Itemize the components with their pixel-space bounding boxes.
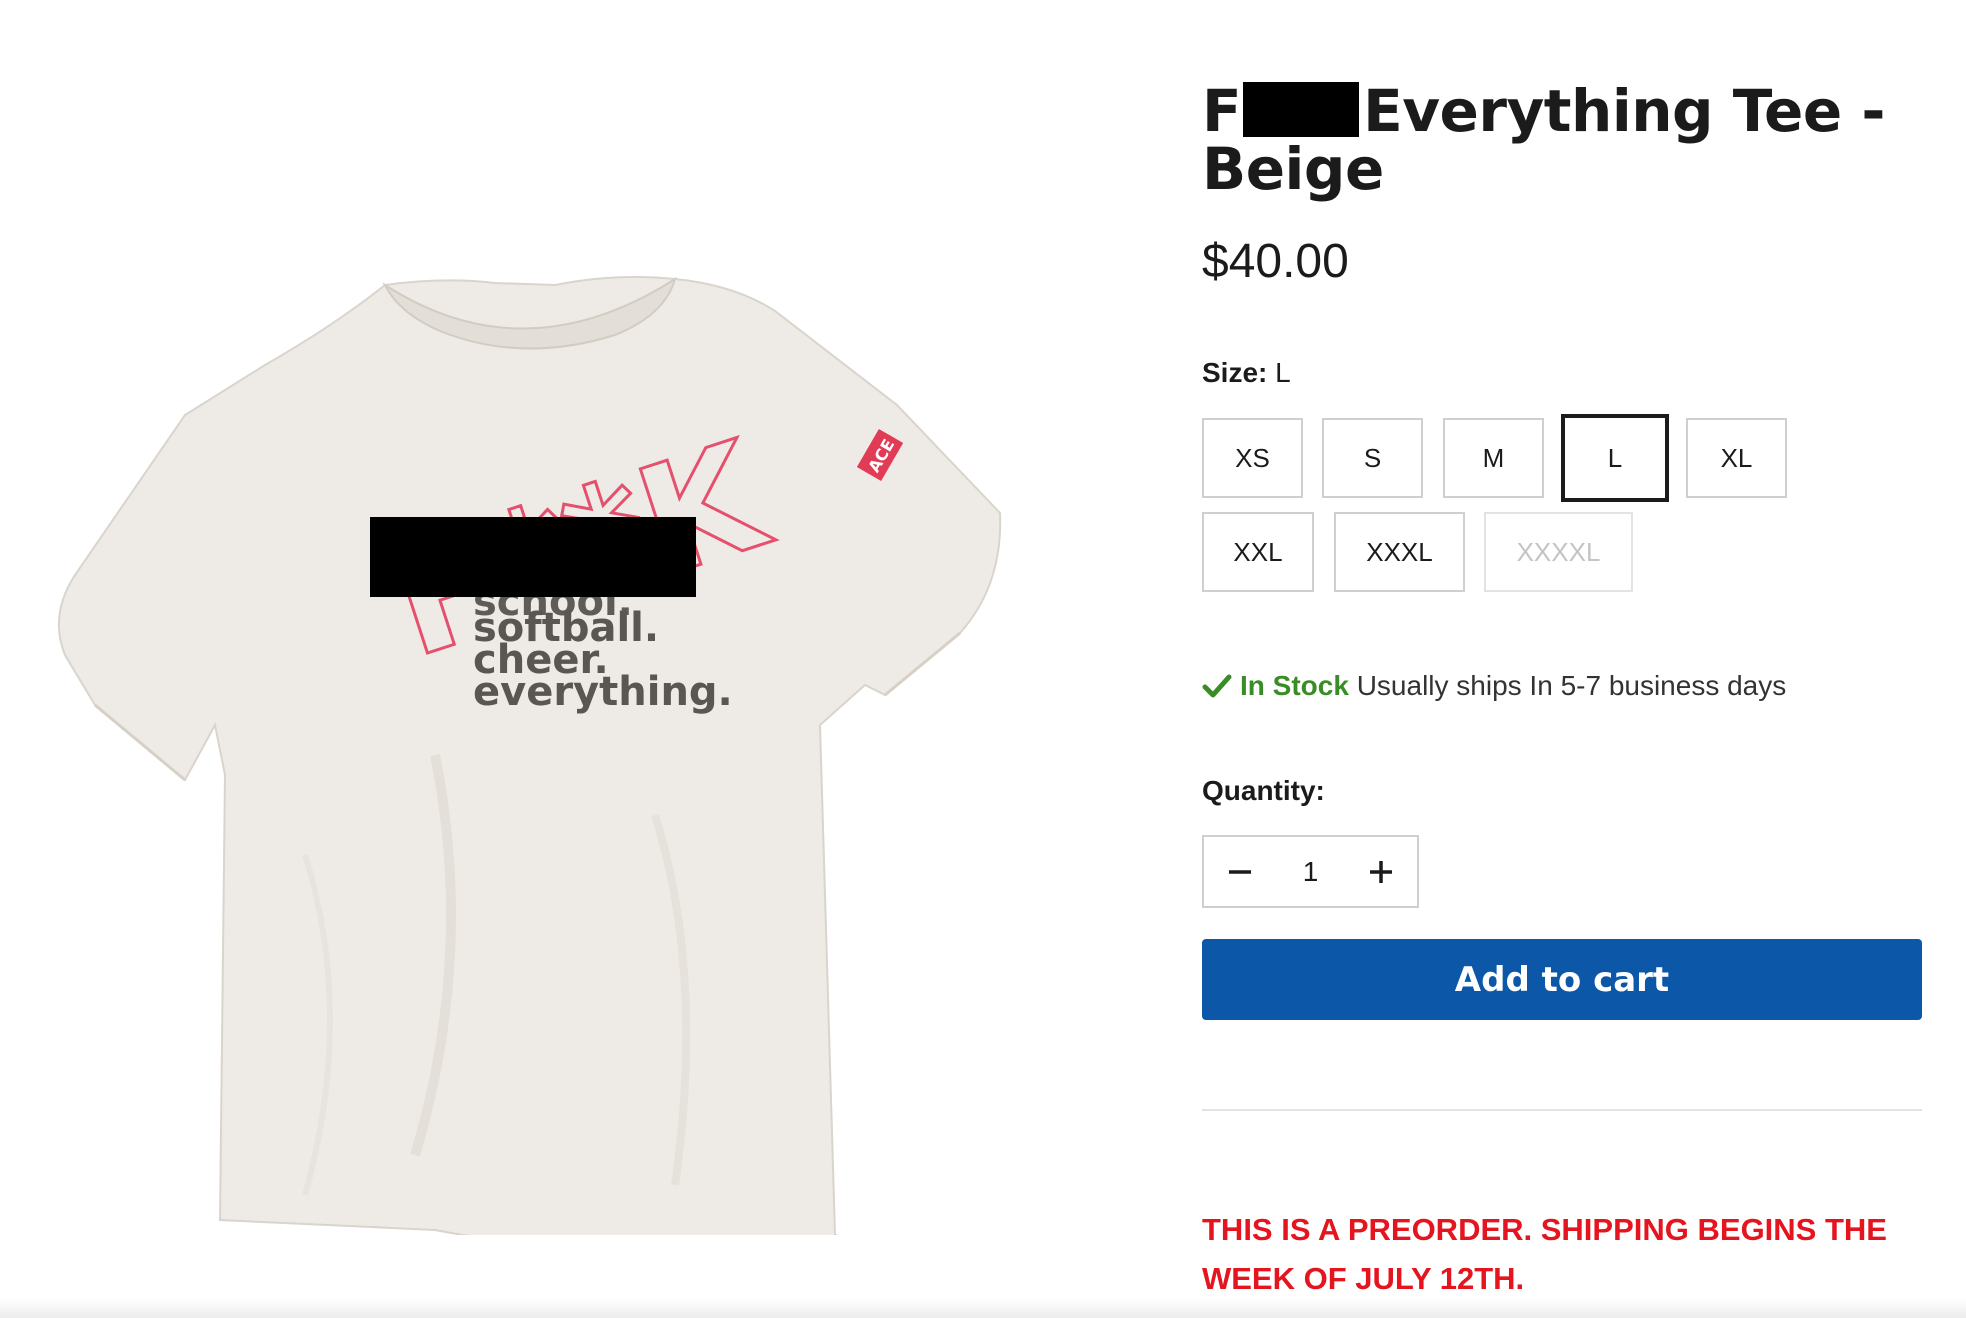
tshirt-graphic: ACE F**K school. softball. cheer. everyt… (57, 276, 1002, 1235)
preorder-notice: THIS IS A PREORDER. SHIPPING BEGINS THE … (1202, 1212, 1887, 1296)
size-option-label: XS (1235, 442, 1270, 473)
size-option-xs[interactable]: XS (1202, 418, 1303, 498)
product-price: $40.00 (1202, 235, 1349, 288)
size-option-label: XXXXL (1516, 536, 1601, 567)
redaction-bar (370, 517, 696, 597)
title-redaction (1243, 82, 1360, 137)
quantity-stepper: 1 (1202, 835, 1419, 908)
quantity-increase-button[interactable] (1345, 837, 1417, 906)
section-divider (1202, 1109, 1922, 1111)
size-option-xxxl[interactable]: XXXL (1334, 512, 1465, 592)
size-label: Size: L (1202, 355, 1291, 391)
size-option-label: XXL (1233, 536, 1283, 567)
size-option-label: XL (1720, 442, 1753, 473)
size-selected-value: L (1275, 357, 1291, 388)
quantity-label: Quantity: (1202, 775, 1325, 806)
size-option-xxxxl[interactable]: XXXXL (1484, 512, 1633, 592)
size-label-title: Size: (1202, 357, 1268, 388)
size-option-label: XXXL (1366, 536, 1433, 567)
print-line-everything: everything. (473, 669, 733, 715)
size-option-label: S (1363, 442, 1382, 473)
size-option-m[interactable]: M (1443, 418, 1544, 498)
add-to-cart-button[interactable]: Add to cart (1202, 939, 1922, 1020)
page-bottom-edge (0, 1298, 1966, 1318)
quantity-decrease-button[interactable] (1204, 837, 1276, 906)
size-option-label: M (1482, 442, 1505, 473)
size-option-l[interactable]: L (1561, 414, 1669, 502)
product-title: F Everything Tee - Beige (1202, 82, 1922, 198)
shipping-estimate: Usually ships In 5-7 business days (1356, 670, 1787, 701)
check-icon (1202, 672, 1232, 708)
product-image[interactable]: ACE F**K school. softball. cheer. everyt… (55, 255, 1015, 1235)
tshirt-body (57, 276, 1002, 1235)
size-option-xl[interactable]: XL (1686, 418, 1787, 498)
stock-status-line: In Stock Usually ships In 5-7 business d… (1202, 668, 1786, 708)
size-option-xxl[interactable]: XXL (1202, 512, 1314, 592)
size-option-label: L (1607, 442, 1623, 473)
quantity-input[interactable]: 1 (1276, 856, 1345, 888)
stock-status: In Stock (1240, 670, 1349, 701)
size-option-s[interactable]: S (1322, 418, 1423, 498)
plus-icon (1370, 860, 1392, 883)
minus-icon (1229, 869, 1251, 874)
